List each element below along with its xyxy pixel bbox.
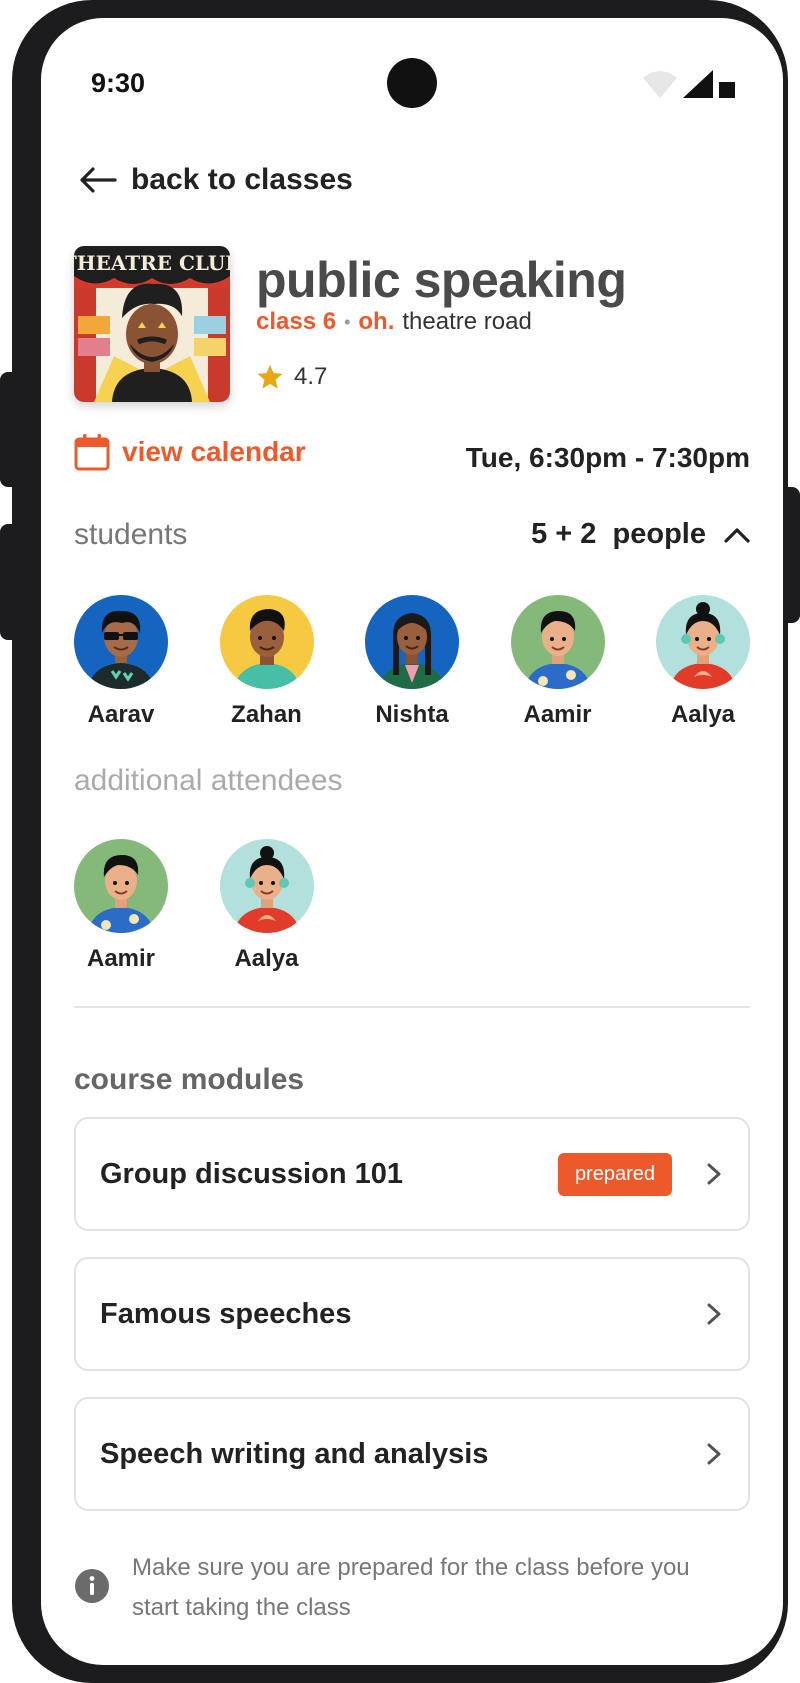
additional-attendees-list: Aamir Aalya xyxy=(74,839,365,973)
avatar xyxy=(219,595,314,689)
student-name: Aamir xyxy=(523,701,592,728)
avatar xyxy=(219,839,314,933)
view-calendar-label: view calendar xyxy=(122,436,306,467)
avatar xyxy=(365,595,459,689)
info-note: Make sure you are prepared for the class… xyxy=(74,1548,692,1628)
class-title: public speaking xyxy=(256,252,627,308)
phone-frame: 9:30 back to classes THEATRE CLUB xyxy=(12,0,788,1683)
chevron-right-icon xyxy=(707,1443,721,1465)
module-name: Famous speeches xyxy=(100,1297,352,1330)
class-meta: class 6 • oh. theatre road xyxy=(256,308,532,336)
student-name: Nishta xyxy=(375,701,449,728)
screen: 9:30 back to classes THEATRE CLUB xyxy=(41,18,783,1665)
cover-text: THEATRE CLUB xyxy=(74,251,230,275)
class-cover-image: THEATRE CLUB xyxy=(74,246,230,402)
separator-dot: • xyxy=(344,311,351,332)
arrow-left-icon xyxy=(80,167,117,193)
attendee-name: Aalya xyxy=(234,945,299,972)
student-aamir[interactable]: Aamir xyxy=(510,595,657,729)
module-card-speech-writing[interactable]: Speech writing and analysis xyxy=(74,1397,750,1511)
front-camera xyxy=(387,58,437,108)
students-list: Aarav Zahan Nishta Aamir Aalya xyxy=(74,595,783,729)
back-label: back to classes xyxy=(131,163,353,196)
calendar-icon xyxy=(74,434,110,471)
course-modules-heading: course modules xyxy=(74,1063,305,1096)
student-aarav[interactable]: Aarav xyxy=(74,595,220,729)
view-calendar-button[interactable]: view calendar xyxy=(74,433,306,471)
attendee-aamir[interactable]: Aamir xyxy=(74,839,220,973)
student-aalya[interactable]: Aalya xyxy=(656,595,783,729)
class-location: theatre road xyxy=(402,308,532,335)
star-icon xyxy=(257,364,283,389)
chevron-right-icon xyxy=(707,1163,721,1185)
student-name: Aarav xyxy=(87,701,155,728)
module-card-famous-speeches[interactable]: Famous speeches xyxy=(74,1257,750,1371)
info-text: Make sure you are prepared for the class… xyxy=(132,1554,690,1621)
chevron-right-icon xyxy=(707,1303,721,1325)
avatar xyxy=(656,595,750,689)
status-time: 9:30 xyxy=(91,68,146,98)
people-count-toggle[interactable]: 5 + 2 people xyxy=(531,518,750,551)
section-divider xyxy=(74,1006,750,1008)
students-heading: students xyxy=(74,518,188,551)
student-zahan[interactable]: Zahan xyxy=(219,595,366,729)
attendee-name: Aamir xyxy=(86,945,156,972)
class-rating: 4.7 xyxy=(256,363,327,391)
signal-icon xyxy=(683,70,713,98)
people-count: 5 + 2 people xyxy=(531,518,706,550)
additional-attendees-heading: additional attendees xyxy=(74,764,343,797)
student-name: Zahan xyxy=(231,701,302,728)
avatar xyxy=(74,595,168,689)
status-icons xyxy=(643,70,735,98)
attendee-aalya[interactable]: Aalya xyxy=(219,839,366,973)
avatar xyxy=(74,839,168,933)
module-card-group-discussion[interactable]: Group discussion 101 prepared xyxy=(74,1117,750,1231)
back-to-classes-link[interactable]: back to classes xyxy=(79,163,353,197)
avatar xyxy=(510,595,605,689)
battery-icon xyxy=(719,82,735,98)
chevron-up-icon xyxy=(724,527,750,543)
module-name: Speech writing and analysis xyxy=(100,1437,489,1470)
student-nishta[interactable]: Nishta xyxy=(365,595,511,729)
class-time-range: Tue, 6:30pm - 7:30pm xyxy=(465,442,750,473)
prepared-badge: prepared xyxy=(557,1152,672,1196)
module-name: Group discussion 101 xyxy=(100,1157,403,1190)
class-level: class 6 xyxy=(256,308,337,335)
info-icon xyxy=(75,1569,109,1603)
wifi-icon xyxy=(643,71,677,98)
brand-logo-text: oh. xyxy=(358,308,395,335)
student-name: Aalya xyxy=(670,701,736,728)
rating-value: 4.7 xyxy=(294,363,328,390)
